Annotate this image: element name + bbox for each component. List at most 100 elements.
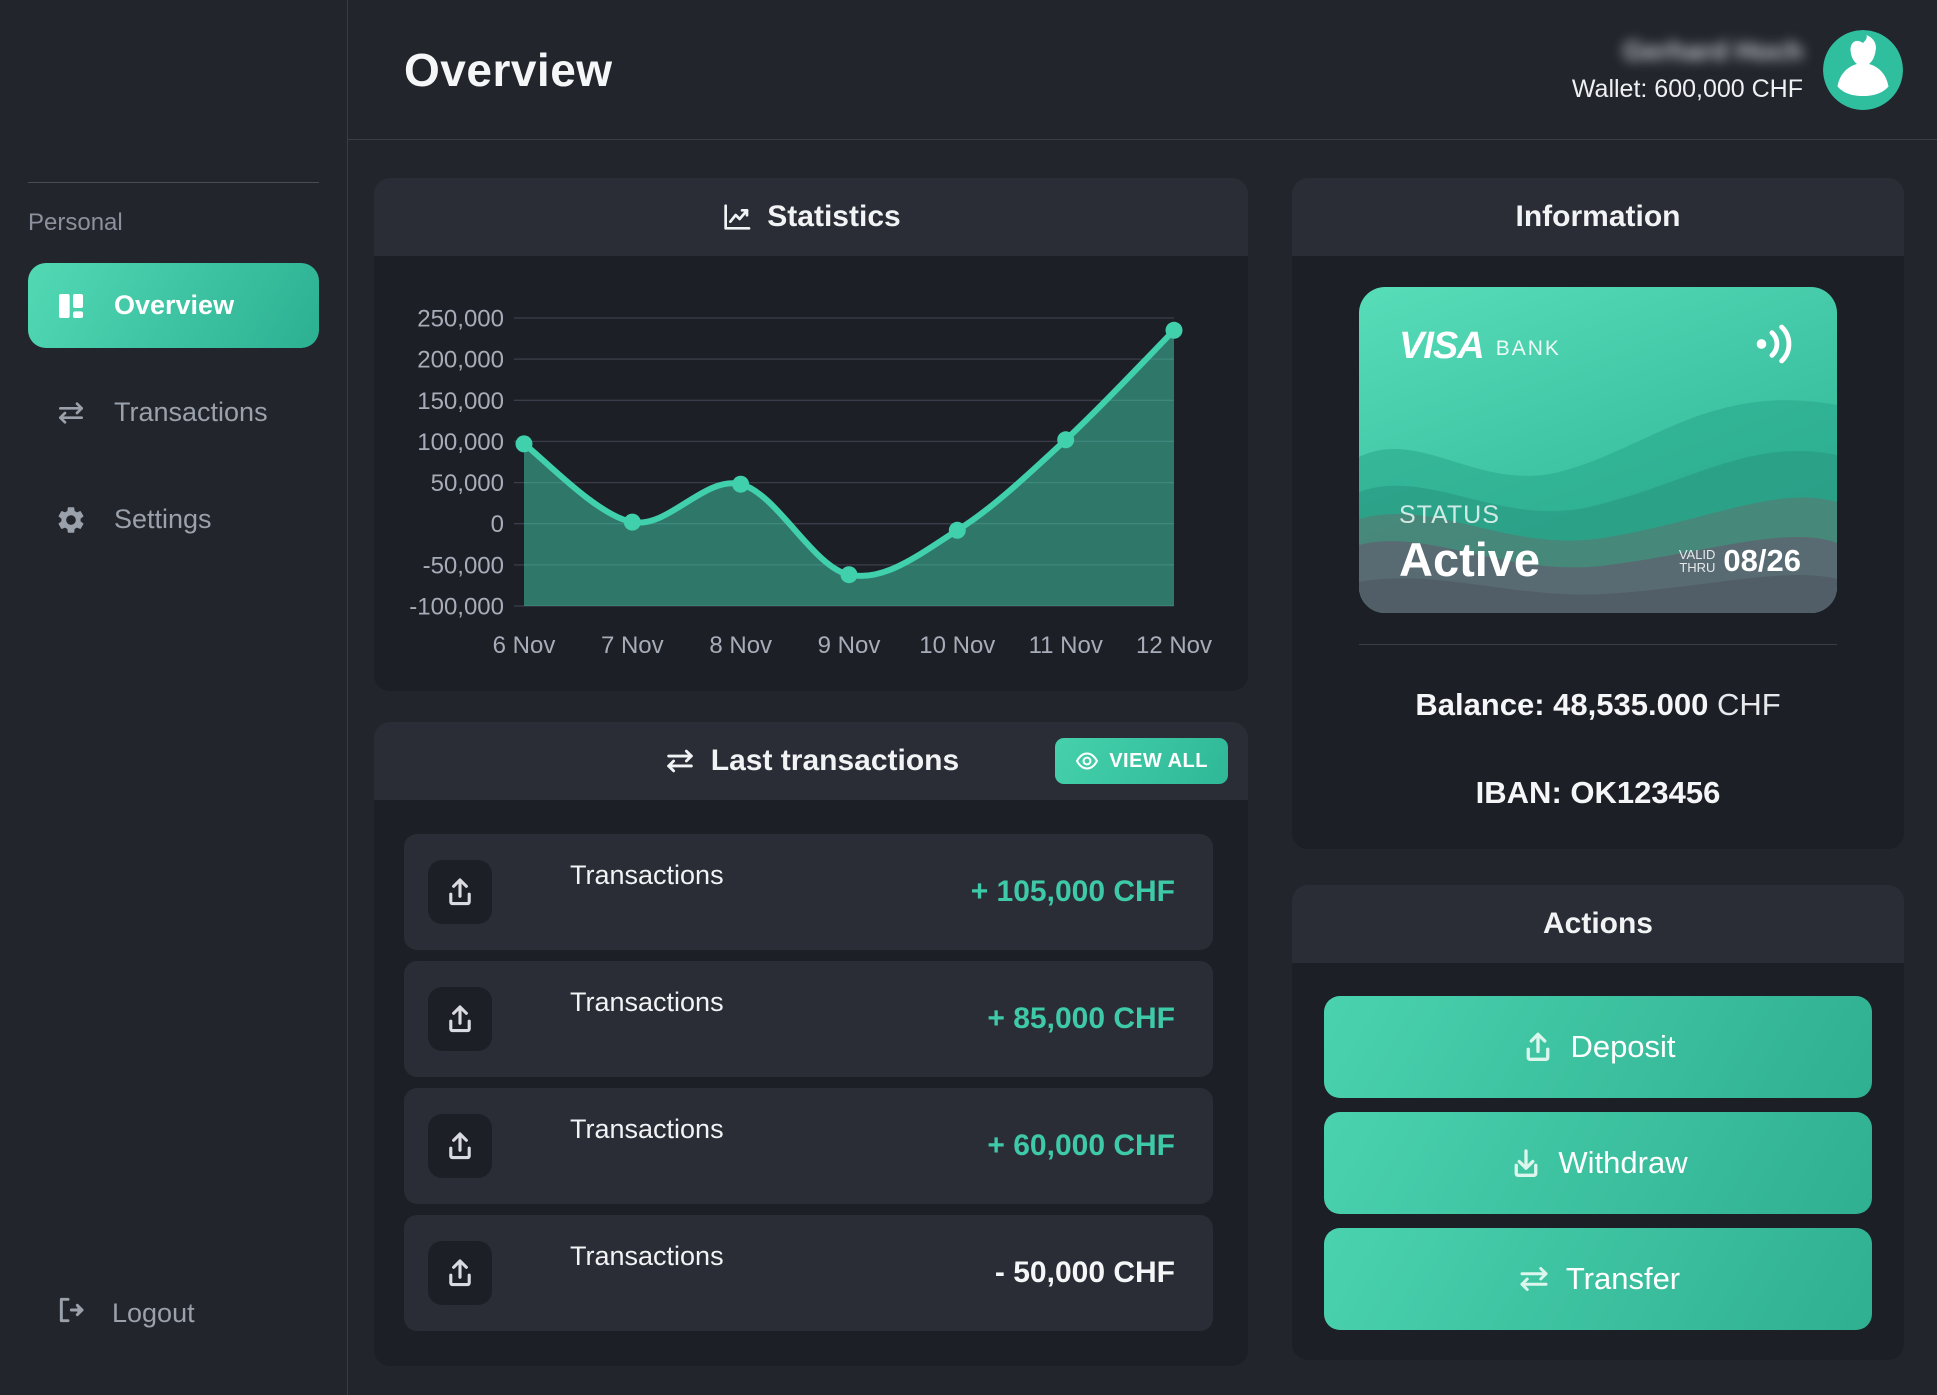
dashboard-icon	[54, 289, 88, 323]
wallet-balance: Wallet: 600,000 CHF	[1572, 75, 1803, 104]
download-icon	[1508, 1145, 1544, 1181]
svg-text:6 Nov: 6 Nov	[493, 632, 556, 659]
logout-icon	[54, 1294, 86, 1333]
transaction-label: Transactions	[570, 1241, 724, 1272]
svg-text:50,000: 50,000	[431, 470, 504, 497]
information-panel: Information	[1292, 178, 1904, 849]
iban-line: IBAN: OK123456	[1292, 775, 1904, 811]
transaction-row[interactable]: Transactions - 50,000 CHF	[404, 1215, 1213, 1331]
statistics-header: Statistics	[374, 178, 1248, 256]
card-status-value: Active	[1399, 532, 1540, 587]
transaction-amount: - 50,000 CHF	[995, 1256, 1175, 1290]
information-divider	[1359, 644, 1837, 645]
banking-dashboard: Personal Overview Transactions Settings …	[0, 0, 1937, 1395]
transfer-icon	[54, 396, 88, 430]
svg-text:9 Nov: 9 Nov	[818, 632, 881, 659]
transaction-label: Transactions	[570, 1114, 724, 1145]
sidebar-divider	[28, 182, 319, 183]
eye-icon	[1075, 749, 1099, 773]
upload-icon	[428, 860, 492, 924]
sidebar-item-label: Transactions	[114, 397, 268, 428]
sidebar-item-settings[interactable]: Settings	[28, 477, 319, 562]
transaction-amount: + 60,000 CHF	[987, 1129, 1175, 1163]
deposit-button[interactable]: Deposit	[1324, 996, 1872, 1098]
upload-icon	[1520, 1029, 1556, 1065]
statistics-chart: 250,000 200,000 150,000 100,000 50,000 0 -50,0…	[374, 256, 1248, 691]
avatar[interactable]	[1823, 30, 1903, 110]
svg-text:100,000: 100,000	[417, 429, 504, 456]
transfer-icon	[1516, 1261, 1552, 1297]
information-header: Information	[1292, 178, 1904, 256]
upload-icon	[428, 1114, 492, 1178]
transaction-row[interactable]: Transactions + 105,000 CHF	[404, 834, 1213, 950]
svg-text:-50,000: -50,000	[423, 552, 504, 579]
information-title: Information	[1516, 200, 1681, 234]
main-content: Overview Gerhard Hoch Wallet: 600,000 CH…	[348, 0, 1937, 1395]
transactions-panel: Last transactions VIEW ALL	[374, 722, 1248, 1366]
person-icon	[1823, 30, 1903, 110]
user-info[interactable]: Gerhard Hoch Wallet: 600,000 CHF	[1572, 30, 1903, 110]
svg-text:200,000: 200,000	[417, 347, 504, 374]
sidebar-item-label: Overview	[114, 290, 234, 321]
transaction-amount: + 105,000 CHF	[971, 875, 1175, 909]
transaction-row[interactable]: Transactions + 85,000 CHF	[404, 961, 1213, 1077]
sidebar-item-overview[interactable]: Overview	[28, 263, 319, 348]
upload-icon	[428, 987, 492, 1051]
svg-text:10 Nov: 10 Nov	[919, 632, 995, 659]
visa-logo: VISA	[1399, 325, 1484, 368]
statistics-panel: Statistics 250,000 200,000 150,000 100,000 5…	[374, 178, 1248, 691]
svg-text:150,000: 150,000	[417, 388, 504, 415]
view-all-label: VIEW ALL	[1109, 750, 1208, 773]
sidebar-item-transactions[interactable]: Transactions	[28, 370, 319, 455]
svg-text:-100,000: -100,000	[409, 594, 504, 621]
sidebar-item-label: Settings	[114, 504, 212, 535]
svg-text:250,000: 250,000	[417, 306, 504, 333]
middle-column: Statistics 250,000 200,000 150,000 100,000 5…	[374, 178, 1248, 1366]
actions-body: Deposit Withdraw Transfe	[1292, 963, 1904, 1360]
balance-line: Balance: 48,535.000 CHF	[1292, 687, 1904, 723]
svg-text:7 Nov: 7 Nov	[601, 632, 664, 659]
actions-header: Actions	[1292, 885, 1904, 963]
withdraw-label: Withdraw	[1558, 1145, 1687, 1181]
information-body: VISA BANK STATUS Active	[1292, 256, 1904, 849]
actions-panel: Actions Deposit	[1292, 885, 1904, 1360]
view-all-button[interactable]: VIEW ALL	[1055, 738, 1228, 784]
bank-label: BANK	[1496, 337, 1561, 361]
transactions-list: Transactions + 105,000 CHF Transactions …	[374, 800, 1248, 1366]
svg-text:12 Nov: 12 Nov	[1136, 632, 1212, 659]
balance-currency: CHF	[1717, 687, 1781, 722]
bank-card: VISA BANK STATUS Active	[1359, 287, 1837, 613]
svg-text:0: 0	[491, 511, 504, 538]
header: Overview Gerhard Hoch Wallet: 600,000 CH…	[348, 0, 1937, 140]
logout-button[interactable]: Logout	[28, 1294, 319, 1333]
logout-label: Logout	[112, 1298, 195, 1329]
balance-value: Balance: 48,535.000	[1415, 687, 1708, 722]
user-name: Gerhard Hoch	[1572, 36, 1803, 67]
contactless-icon	[1751, 323, 1801, 370]
transfer-icon	[663, 744, 697, 778]
card-valid-thru-label: VALID THRU	[1679, 548, 1716, 574]
chart-line-icon	[721, 201, 753, 233]
actions-title: Actions	[1543, 907, 1653, 941]
transfer-label: Transfer	[1566, 1261, 1680, 1297]
content-area: Statistics 250,000 200,000 150,000 100,000 5…	[348, 140, 1937, 1366]
transaction-label: Transactions	[570, 860, 724, 891]
transactions-title: Last transactions	[711, 744, 959, 778]
statistics-title: Statistics	[767, 200, 900, 234]
card-status-label: STATUS	[1399, 501, 1540, 530]
transfer-button[interactable]: Transfer	[1324, 1228, 1872, 1330]
sidebar: Personal Overview Transactions Settings …	[0, 0, 348, 1395]
transaction-amount: + 85,000 CHF	[987, 1002, 1175, 1036]
transaction-row[interactable]: Transactions + 60,000 CHF	[404, 1088, 1213, 1204]
card-status-row: STATUS Active VALID THRU 08/26	[1399, 501, 1801, 587]
withdraw-button[interactable]: Withdraw	[1324, 1112, 1872, 1214]
card-brand-row: VISA BANK	[1399, 323, 1801, 370]
deposit-label: Deposit	[1570, 1029, 1675, 1065]
page-title: Overview	[404, 43, 613, 97]
gear-icon	[54, 503, 88, 537]
svg-text:8 Nov: 8 Nov	[709, 632, 772, 659]
sidebar-section-label: Personal	[28, 209, 319, 237]
right-column: Information	[1292, 178, 1904, 1366]
upload-icon	[428, 1241, 492, 1305]
transaction-label: Transactions	[570, 987, 724, 1018]
